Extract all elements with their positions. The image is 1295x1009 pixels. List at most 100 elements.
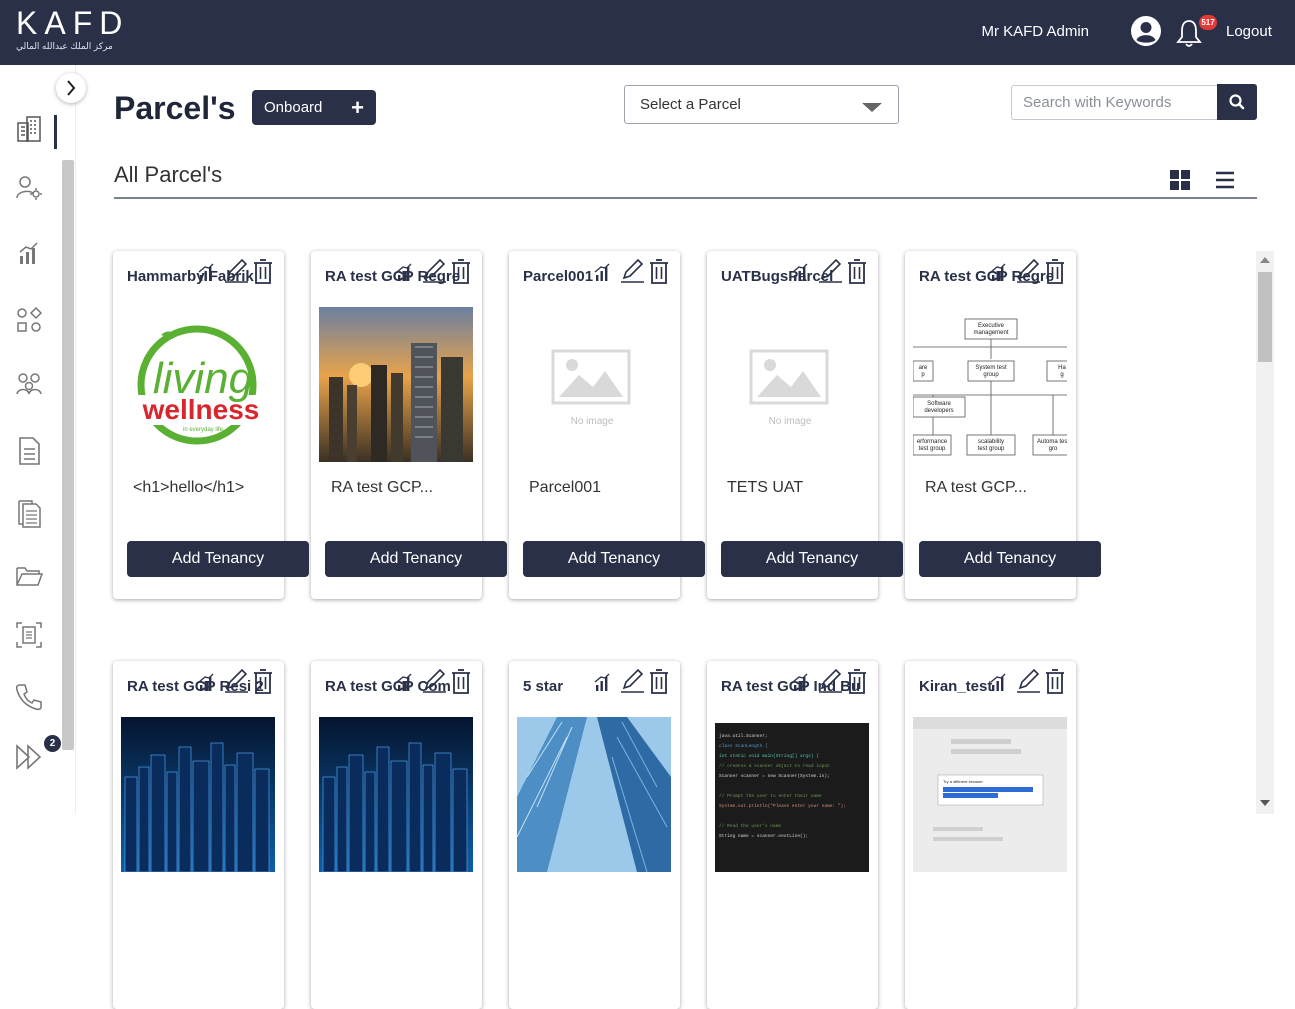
analytics-icon[interactable] (792, 673, 808, 691)
section-divider (114, 197, 1257, 199)
logout-link[interactable]: Logout (1226, 23, 1272, 40)
analytics-icon[interactable] (396, 263, 412, 281)
parcel-card[interactable]: Hammarby Fabrik living wellness in everyday… (113, 251, 309, 599)
svg-text:group: group (983, 372, 999, 378)
edit-icon[interactable] (225, 258, 248, 283)
analytics-icon[interactable] (198, 263, 214, 281)
svg-text:Try a different browser: Try a different browser (943, 779, 983, 784)
card-actions-icons (396, 668, 470, 694)
no-image-placeholder: No image (551, 349, 631, 427)
edit-icon[interactable] (819, 258, 842, 283)
document-icon[interactable] (14, 436, 44, 466)
delete-icon[interactable] (1046, 259, 1064, 284)
delete-icon[interactable] (1046, 669, 1064, 694)
notification-badge: 517 (1199, 15, 1217, 30)
parcel-card-actions (790, 258, 870, 285)
shapes-icon[interactable] (14, 305, 44, 335)
delete-icon[interactable] (650, 669, 668, 694)
delete-icon[interactable] (848, 669, 866, 694)
edit-icon[interactable] (819, 668, 842, 693)
delete-icon[interactable] (254, 669, 272, 694)
svg-text:Scanner scanner = new Scanner(: Scanner scanner = new Scanner(System.in)… (719, 773, 830, 779)
parcel-card[interactable]: RA test GCP Regre Executive management are p… (905, 251, 1101, 599)
scroll-up-icon[interactable] (1260, 257, 1270, 263)
user-name[interactable]: Mr KAFD Admin (981, 23, 1089, 40)
analytics-icon[interactable] (792, 263, 808, 281)
delete-icon[interactable] (254, 259, 272, 284)
kafd-logo[interactable]: KAFD مركز الملك عبدالله المالي (16, 6, 129, 52)
edit-icon[interactable] (225, 668, 248, 693)
parcel-card[interactable]: UATBugsParcel No image TETS UAT Add Tenancy (707, 251, 903, 599)
dialog-screenshot-image: Try a different browser (913, 717, 1067, 872)
card-actions-icons (396, 258, 470, 284)
parcel-card[interactable]: RA test GCP Resi 2 (113, 661, 284, 1009)
folder-icon[interactable] (14, 561, 44, 591)
edit-icon[interactable] (621, 668, 644, 693)
code-screenshot-image: java.util.Scanner; class ScanLength { int… (715, 717, 869, 872)
svg-text:erformance: erformance (917, 439, 948, 445)
add-tenancy-button[interactable]: Add Tenancy (721, 541, 903, 577)
user-settings-icon[interactable] (14, 173, 44, 203)
buildings-icon[interactable] (14, 114, 44, 144)
parcel-card[interactable]: RA test GCP Regre RA test GCP... Add Tenan… (311, 251, 507, 599)
scan-document-icon[interactable] (14, 620, 44, 650)
analytics-icon[interactable] (594, 263, 610, 281)
card-actions-icons (990, 668, 1064, 694)
parcel-select[interactable]: Select a Parcel (624, 85, 899, 124)
plus-icon: + (351, 95, 364, 120)
group-icon[interactable] (14, 370, 44, 400)
parcel-card[interactable]: RA test GCP Ind Bu java.util.Scanner; clas… (707, 661, 878, 1009)
edit-icon[interactable] (423, 258, 446, 283)
content-scrollbar-thumb[interactable] (1258, 272, 1272, 362)
parcel-card[interactable]: 5 star (509, 661, 680, 1009)
edit-icon[interactable] (1017, 258, 1040, 283)
documents-icon[interactable] (14, 499, 44, 529)
analytics-icon[interactable] (990, 263, 1006, 281)
parcel-card[interactable]: Parcel001 No image Parcel001 Add Tenancy (509, 251, 705, 599)
svg-text:// creates a scanner object to: // creates a scanner object to read inpu… (719, 763, 830, 769)
sidebar-toggle-button[interactable] (56, 73, 86, 103)
user-avatar-icon[interactable] (1130, 15, 1162, 47)
parcel-card-description: Parcel001 (529, 479, 602, 496)
card-actions-icons (792, 668, 866, 694)
add-tenancy-button[interactable]: Add Tenancy (919, 541, 1101, 577)
scroll-down-icon[interactable] (1260, 800, 1270, 806)
parcel-card-actions (394, 258, 474, 285)
parcel-card-actions (394, 668, 474, 695)
search-button[interactable] (1217, 84, 1257, 120)
search-input[interactable] (1011, 85, 1218, 120)
analytics-icon[interactable] (990, 673, 1006, 691)
svg-text:developers: developers (924, 408, 953, 414)
analytics-icon[interactable] (594, 673, 610, 691)
parcel-card-actions (196, 258, 276, 285)
svg-text:System.out.println("Please ent: System.out.println("Please enter your na… (719, 803, 846, 809)
parcel-card-description: TETS UAT (727, 479, 804, 496)
sidebar-badge: 2 (44, 735, 61, 752)
analytics-icon[interactable] (14, 238, 44, 268)
night-city-image (319, 717, 473, 872)
grid-view-icon[interactable] (1169, 169, 1191, 191)
add-tenancy-button[interactable]: Add Tenancy (127, 541, 309, 577)
parcel-card[interactable]: RA test GCP Com (311, 661, 482, 1009)
list-view-icon[interactable] (1214, 169, 1236, 191)
fast-forward-icon[interactable] (14, 742, 44, 772)
onboard-button[interactable]: Onboard + (252, 90, 376, 125)
delete-icon[interactable] (848, 259, 866, 284)
sidebar-scrollbar[interactable] (62, 160, 74, 750)
analytics-icon[interactable] (396, 673, 412, 691)
delete-icon[interactable] (650, 259, 668, 284)
edit-icon[interactable] (1017, 668, 1040, 693)
parcel-card[interactable]: Kiran_test Try a different browser (905, 661, 1076, 1009)
parcel-card-image (121, 717, 275, 872)
svg-text:int static void main(String[]: int static void main(String[] args) { (719, 753, 819, 759)
delete-icon[interactable] (452, 669, 470, 694)
onboard-label: Onboard (264, 99, 323, 116)
edit-icon[interactable] (423, 668, 446, 693)
phone-icon[interactable] (14, 682, 44, 712)
svg-text:test group: test group (919, 446, 946, 452)
add-tenancy-button[interactable]: Add Tenancy (325, 541, 507, 577)
delete-icon[interactable] (452, 259, 470, 284)
add-tenancy-button[interactable]: Add Tenancy (523, 541, 705, 577)
edit-icon[interactable] (621, 258, 644, 283)
analytics-icon[interactable] (198, 673, 214, 691)
